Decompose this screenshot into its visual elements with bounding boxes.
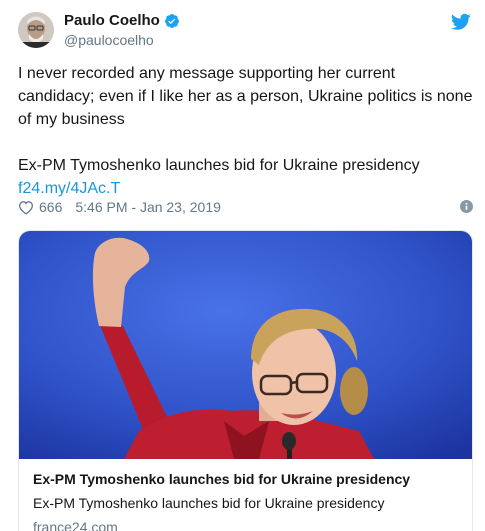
card-image[interactable]: [19, 231, 473, 459]
info-icon[interactable]: [460, 200, 473, 213]
short-link[interactable]: f24.my/4JAc.T: [18, 180, 120, 197]
timestamp[interactable]: 5:46 PM - Jan 23, 2019: [75, 199, 221, 215]
tweet-text-line-2: candidacy; even if I like her as a perso…: [18, 88, 473, 105]
tweet-text-line-1: I never recorded any message supporting …: [18, 65, 396, 82]
card-body: Ex-PM Tymoshenko launches bid for Ukrain…: [19, 459, 472, 531]
twitter-bird-icon[interactable]: [451, 13, 471, 31]
tweet-text-line-3: of my business: [18, 111, 125, 128]
tweet: Paulo Coelho @paulocoelho I never record…: [0, 0, 485, 531]
like-count[interactable]: 666: [39, 199, 62, 215]
quote-headline: Ex-PM Tymoshenko launches bid for Ukrain…: [18, 157, 420, 174]
tweet-text: I never recorded any message supporting …: [18, 62, 478, 200]
author-handle[interactable]: @paulocoelho: [64, 32, 180, 48]
card-description: Ex-PM Tymoshenko launches bid for Ukrain…: [33, 495, 385, 511]
author-display-name[interactable]: Paulo Coelho: [64, 12, 160, 29]
avatar[interactable]: [18, 12, 54, 48]
card-title[interactable]: Ex-PM Tymoshenko launches bid for Ukrain…: [33, 471, 458, 487]
tweet-meta: 666 5:46 PM - Jan 23, 2019: [18, 199, 473, 215]
heart-icon[interactable]: [18, 200, 34, 215]
link-card[interactable]: Ex-PM Tymoshenko launches bid for Ukrain…: [18, 230, 473, 531]
avatar-image: [18, 12, 54, 48]
author-block: Paulo Coelho @paulocoelho: [64, 12, 180, 48]
verified-badge-icon: [164, 13, 179, 28]
card-domain: france24.com: [33, 519, 118, 531]
